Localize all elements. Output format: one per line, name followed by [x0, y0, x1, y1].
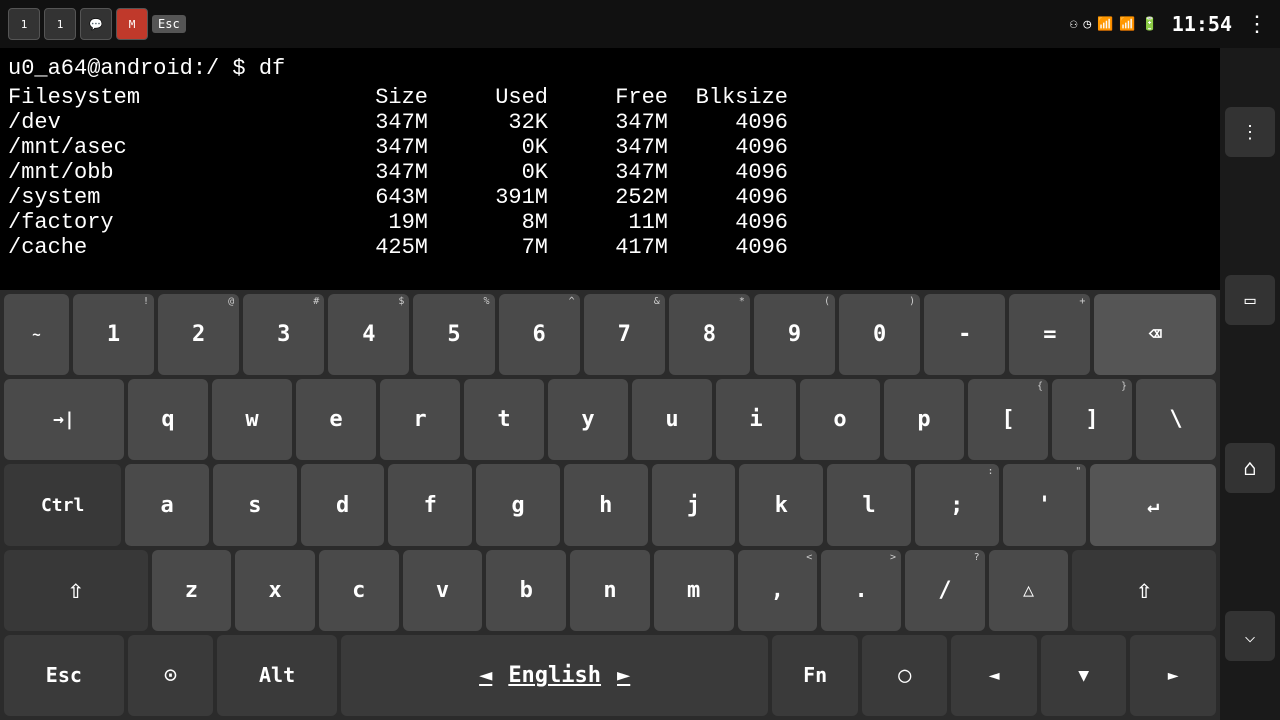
lang-next-icon[interactable]: ►: [617, 663, 630, 688]
key-equals[interactable]: +=: [1009, 294, 1090, 375]
key-apostrophe[interactable]: "': [1003, 464, 1087, 545]
key-bracket-open[interactable]: {[: [968, 379, 1048, 460]
key-comma[interactable]: <,: [738, 550, 818, 631]
app-icon-1[interactable]: 1: [8, 8, 40, 40]
key-8[interactable]: *8: [669, 294, 750, 375]
terminal-output: Filesystem Size Used Free Blksize /dev34…: [8, 85, 1272, 260]
status-bar: 1 1 💬 M Esc ⚇ ◷ 📶 📶 🔋 11:54 ⋮: [0, 0, 1280, 48]
key-9[interactable]: (9: [754, 294, 835, 375]
key-6[interactable]: ^6: [499, 294, 580, 375]
menu-button[interactable]: ⋮: [1225, 107, 1275, 157]
key-period[interactable]: >.: [821, 550, 901, 631]
key-q[interactable]: q: [128, 379, 208, 460]
key-enter[interactable]: ↵: [1090, 464, 1216, 545]
lang-label: English: [508, 663, 601, 688]
key-tab[interactable]: →|: [4, 379, 124, 460]
key-s[interactable]: s: [213, 464, 297, 545]
keyboard: ~ !1 @2 #3 $4 %5 ^6 &7 *8 (9 )0 - += ⌫ →…: [0, 290, 1220, 720]
key-shift-right[interactable]: ⇧: [1072, 550, 1216, 631]
key-m[interactable]: m: [654, 550, 734, 631]
key-w[interactable]: w: [212, 379, 292, 460]
key-ctrl[interactable]: Ctrl: [4, 464, 121, 545]
key-n[interactable]: n: [570, 550, 650, 631]
key-up[interactable]: △: [989, 550, 1069, 631]
keyboard-row-qwerty: →| q w e r t y u i o p {[ }] \: [4, 379, 1216, 460]
key-h[interactable]: h: [564, 464, 648, 545]
bluetooth-icon: ⚇: [1070, 17, 1078, 32]
key-a[interactable]: a: [125, 464, 209, 545]
key-f[interactable]: f: [388, 464, 472, 545]
window-button[interactable]: ▭: [1225, 275, 1275, 325]
key-right[interactable]: ►: [1130, 635, 1216, 716]
key-t[interactable]: t: [464, 379, 544, 460]
key-3[interactable]: #3: [243, 294, 324, 375]
signal-icon: 📶: [1119, 17, 1135, 32]
key-e[interactable]: e: [296, 379, 376, 460]
key-y[interactable]: y: [548, 379, 628, 460]
status-left-icons: 1 1 💬 M Esc: [8, 8, 186, 40]
gmail-icon[interactable]: M: [116, 8, 148, 40]
key-k[interactable]: k: [739, 464, 823, 545]
app-icon-2[interactable]: 1: [44, 8, 76, 40]
key-shift-left[interactable]: ⇧: [4, 550, 148, 631]
terminal-prompt: u0_a64@android:/ $ df: [8, 56, 1272, 81]
key-p[interactable]: p: [884, 379, 964, 460]
key-g[interactable]: g: [476, 464, 560, 545]
key-minus[interactable]: -: [924, 294, 1005, 375]
key-d[interactable]: d: [301, 464, 385, 545]
key-fn[interactable]: Fn: [772, 635, 858, 716]
keyboard-row-bottom: Esc ⊙ Alt ◄ English ► Fn ○ ◄ ▼ ►: [4, 635, 1216, 716]
alarm-icon: ◷: [1083, 17, 1091, 32]
keyboard-row-zxcv: ⇧ z x c v b n m <, >. ?/ △ ⇧: [4, 550, 1216, 631]
key-tilde[interactable]: ~: [4, 294, 69, 375]
key-o[interactable]: o: [800, 379, 880, 460]
key-j[interactable]: j: [652, 464, 736, 545]
key-7[interactable]: &7: [584, 294, 665, 375]
key-down[interactable]: ▼: [1041, 635, 1127, 716]
key-semicolon[interactable]: :;: [915, 464, 999, 545]
key-home[interactable]: ○: [862, 635, 948, 716]
key-esc[interactable]: Esc: [4, 635, 124, 716]
keyboard-row-numbers: ~ !1 @2 #3 $4 %5 ^6 &7 *8 (9 )0 - += ⌫: [4, 294, 1216, 375]
wifi-icon: 📶: [1097, 17, 1113, 32]
key-i[interactable]: i: [716, 379, 796, 460]
more-icon[interactable]: ⋮: [1246, 12, 1268, 37]
key-v[interactable]: v: [403, 550, 483, 631]
right-nav: ⋮ ▭ ⌂ ⌵: [1220, 48, 1280, 720]
key-l[interactable]: l: [827, 464, 911, 545]
key-backspace[interactable]: ⌫: [1094, 294, 1216, 375]
lang-prev-icon[interactable]: ◄: [479, 663, 492, 688]
key-left[interactable]: ◄: [951, 635, 1037, 716]
key-5[interactable]: %5: [413, 294, 494, 375]
home-button[interactable]: ⌂: [1225, 443, 1275, 493]
key-x[interactable]: x: [235, 550, 315, 631]
key-r[interactable]: r: [380, 379, 460, 460]
key-1[interactable]: !1: [73, 294, 154, 375]
key-bracket-close[interactable]: }]: [1052, 379, 1132, 460]
status-time: 11:54: [1172, 12, 1232, 36]
key-settings[interactable]: ⊙: [128, 635, 214, 716]
key-z[interactable]: z: [152, 550, 232, 631]
key-alt[interactable]: Alt: [217, 635, 337, 716]
key-2[interactable]: @2: [158, 294, 239, 375]
status-icons: ⚇ ◷ 📶 📶 🔋 11:54 ⋮: [1070, 12, 1268, 37]
key-u[interactable]: u: [632, 379, 712, 460]
key-language[interactable]: ◄ English ►: [341, 635, 769, 716]
back-button[interactable]: ⌵: [1225, 611, 1275, 661]
battery-icon: 🔋: [1142, 17, 1158, 32]
esc-badge[interactable]: Esc: [152, 15, 186, 33]
key-4[interactable]: $4: [328, 294, 409, 375]
key-0[interactable]: )0: [839, 294, 920, 375]
key-c[interactable]: c: [319, 550, 399, 631]
key-slash[interactable]: ?/: [905, 550, 985, 631]
keyboard-row-asdf: Ctrl a s d f g h j k l :; "' ↵: [4, 464, 1216, 545]
key-backslash[interactable]: \: [1136, 379, 1216, 460]
chat-icon[interactable]: 💬: [80, 8, 112, 40]
key-b[interactable]: b: [486, 550, 566, 631]
terminal: u0_a64@android:/ $ df Filesystem Size Us…: [0, 48, 1280, 300]
